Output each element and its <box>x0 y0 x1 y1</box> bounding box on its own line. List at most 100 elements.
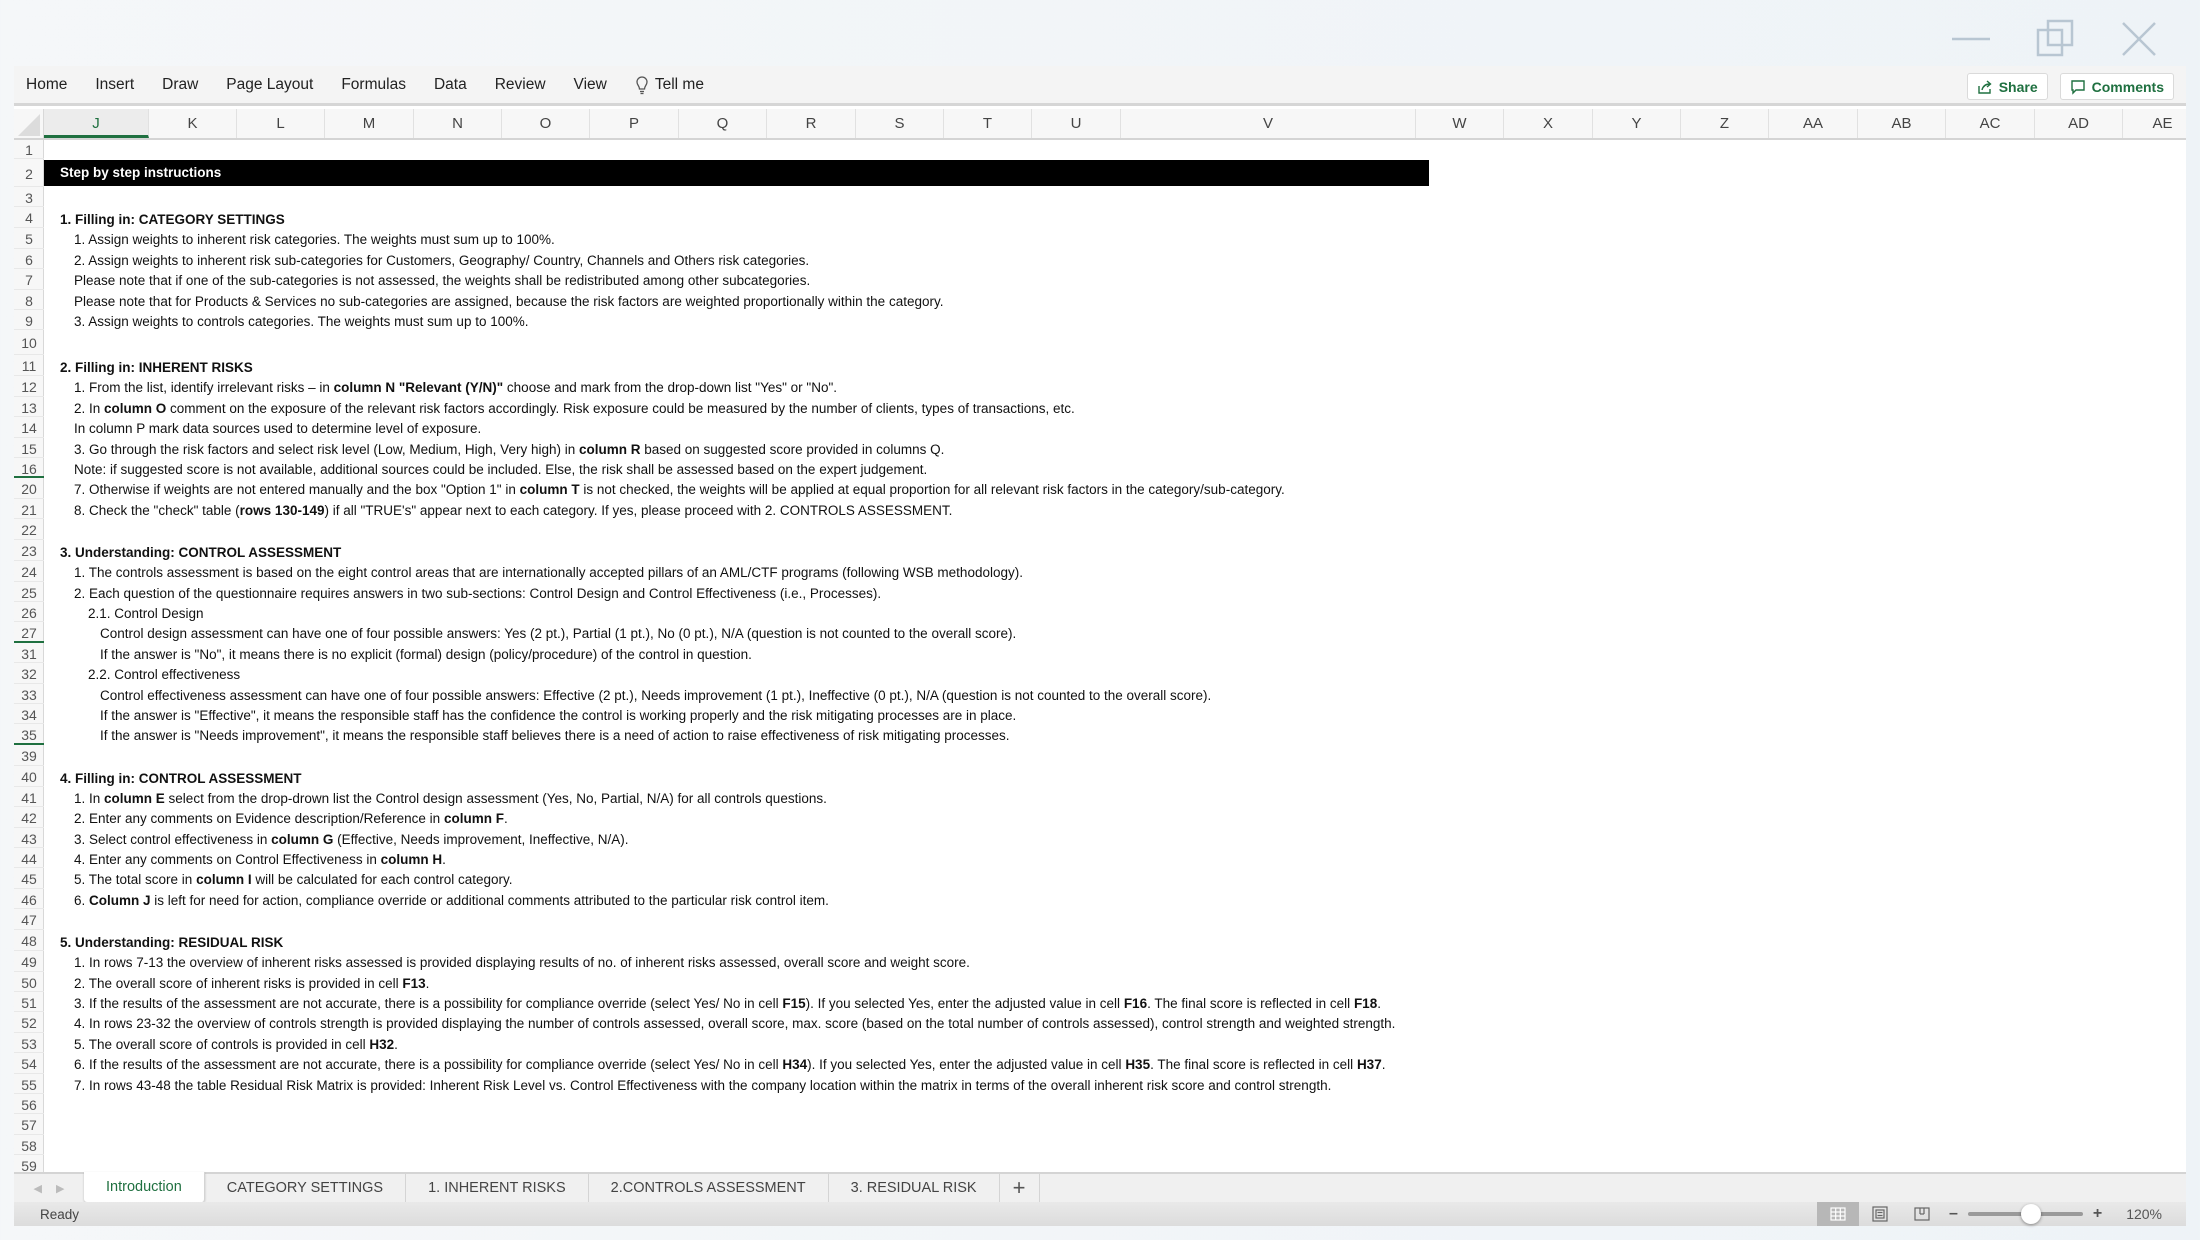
column-header-q[interactable]: Q <box>679 109 767 138</box>
row-number[interactable]: 31 <box>14 643 44 664</box>
close-button[interactable] <box>2118 18 2160 60</box>
row-number[interactable]: 3 <box>14 187 44 208</box>
normal-view-button[interactable] <box>1816 1202 1859 1226</box>
row-number[interactable]: 46 <box>14 889 44 910</box>
row-number[interactable]: 48 <box>14 930 44 952</box>
comments-button[interactable]: Comments <box>2059 73 2174 100</box>
column-header-y[interactable]: Y <box>1593 109 1681 138</box>
column-header-l[interactable]: L <box>237 109 325 138</box>
minimize-button[interactable] <box>1950 18 1992 60</box>
row-number[interactable]: 27 <box>14 622 44 643</box>
row-number[interactable]: 51 <box>14 992 44 1013</box>
ribbon-tab-view[interactable]: View <box>560 65 621 105</box>
ribbon-tab-review[interactable]: Review <box>481 65 560 105</box>
row-number[interactable]: 11 <box>14 355 44 377</box>
column-header-w[interactable]: W <box>1416 109 1504 138</box>
ribbon-tab-page-layout[interactable]: Page Layout <box>212 65 327 105</box>
row-number[interactable]: 21 <box>14 499 44 520</box>
row-number[interactable]: 7 <box>14 269 44 290</box>
row-number[interactable]: 9 <box>14 310 44 331</box>
sheet-tab[interactable]: 2.CONTROLS ASSESSMENT <box>589 1174 829 1202</box>
zoom-slider-thumb[interactable] <box>2021 1204 2042 1224</box>
sheet-tab[interactable]: Introduction <box>84 1172 205 1202</box>
row-number[interactable]: 2 <box>14 159 44 187</box>
row-number[interactable]: 34 <box>14 704 44 725</box>
row-number[interactable]: 6 <box>14 249 44 270</box>
row-number[interactable]: 26 <box>14 602 44 623</box>
row-number[interactable]: 56 <box>14 1094 44 1115</box>
column-header-ad[interactable]: AD <box>2035 109 2123 138</box>
ribbon-tab-data[interactable]: Data <box>420 65 481 105</box>
row-number[interactable]: 58 <box>14 1135 44 1156</box>
row-number[interactable]: 4 <box>14 207 44 229</box>
row-number[interactable]: 57 <box>14 1114 44 1135</box>
row-number[interactable]: 10 <box>14 330 44 356</box>
column-header-ae[interactable]: AE <box>2123 109 2200 138</box>
page-break-view-button[interactable] <box>1901 1202 1943 1226</box>
row-number[interactable]: 12 <box>14 376 44 397</box>
column-header-z[interactable]: Z <box>1681 109 1769 138</box>
row-number[interactable]: 53 <box>14 1033 44 1054</box>
prev-sheet-icon[interactable]: ◀ <box>34 1182 42 1195</box>
column-header-m[interactable]: M <box>325 109 414 138</box>
row-number[interactable]: 5 <box>14 228 44 249</box>
column-header-ab[interactable]: AB <box>1858 109 1946 138</box>
worksheet-grid[interactable]: 1 2 Step by step instructions 3 4 1. Filling … <box>14 140 2186 1172</box>
row-number[interactable]: 13 <box>14 397 44 418</box>
ribbon-tab-insert[interactable]: Insert <box>81 65 148 105</box>
row-number[interactable]: 35 <box>14 724 44 745</box>
row-number[interactable]: 14 <box>14 417 44 438</box>
share-button[interactable]: Share <box>1966 73 2048 100</box>
next-sheet-icon[interactable]: ▶ <box>56 1182 64 1195</box>
column-header-t[interactable]: T <box>944 109 1032 138</box>
row-number[interactable]: 33 <box>14 684 44 704</box>
row-number[interactable]: 40 <box>14 766 44 787</box>
row-number[interactable]: 15 <box>14 438 44 458</box>
column-header-r[interactable]: R <box>767 109 856 138</box>
row-number[interactable]: 24 <box>14 561 44 582</box>
select-all-button[interactable] <box>14 109 44 138</box>
row-number[interactable]: 39 <box>14 745 44 766</box>
column-header-aa[interactable]: AA <box>1769 109 1858 138</box>
tell-me[interactable]: Tell me <box>621 65 718 105</box>
row-number[interactable]: 59 <box>14 1155 44 1172</box>
page-layout-view-button[interactable] <box>1859 1202 1901 1226</box>
instructions-banner[interactable]: Step by step instructions <box>44 160 1429 186</box>
ribbon-tab-home[interactable]: Home <box>14 65 81 105</box>
row-number[interactable]: 54 <box>14 1053 44 1074</box>
add-sheet-button[interactable]: + <box>1000 1174 1040 1202</box>
row-number[interactable]: 50 <box>14 972 44 992</box>
restore-button[interactable] <box>2034 18 2076 60</box>
sheet-tab[interactable]: 1. INHERENT RISKS <box>406 1174 589 1202</box>
row-number[interactable]: 47 <box>14 909 44 931</box>
row-number[interactable]: 20 <box>14 478 44 499</box>
row-number[interactable]: 32 <box>14 663 44 684</box>
row-number[interactable]: 49 <box>14 951 44 972</box>
row-number[interactable]: 44 <box>14 848 44 869</box>
row-number[interactable]: 1 <box>14 140 44 159</box>
column-header-k[interactable]: K <box>149 109 237 138</box>
column-header-o[interactable]: O <box>502 109 590 138</box>
column-header-s[interactable]: S <box>856 109 944 138</box>
column-header-j[interactable]: J <box>44 109 149 138</box>
column-header-p[interactable]: P <box>590 109 679 138</box>
row-number[interactable]: 42 <box>14 807 44 828</box>
column-header-u[interactable]: U <box>1032 109 1121 138</box>
ribbon-tab-draw[interactable]: Draw <box>148 65 212 105</box>
ribbon-tab-formulas[interactable]: Formulas <box>327 65 420 105</box>
row-number[interactable]: 52 <box>14 1012 44 1033</box>
row-number[interactable]: 25 <box>14 582 44 602</box>
zoom-level[interactable]: 120% <box>2126 1206 2162 1222</box>
column-header-n[interactable]: N <box>414 109 502 138</box>
row-number[interactable]: 41 <box>14 787 44 808</box>
row-number[interactable]: 45 <box>14 868 44 889</box>
row-number[interactable]: 16 <box>14 458 44 479</box>
row-number[interactable]: 55 <box>14 1074 44 1094</box>
column-header-ac[interactable]: AC <box>1946 109 2035 138</box>
column-header-v[interactable]: V <box>1121 109 1416 138</box>
zoom-out-button[interactable]: – <box>1949 1205 1958 1223</box>
column-header-x[interactable]: X <box>1504 109 1593 138</box>
row-number[interactable]: 43 <box>14 828 44 848</box>
row-number[interactable]: 23 <box>14 540 44 562</box>
zoom-slider[interactable] <box>1967 1204 2083 1224</box>
